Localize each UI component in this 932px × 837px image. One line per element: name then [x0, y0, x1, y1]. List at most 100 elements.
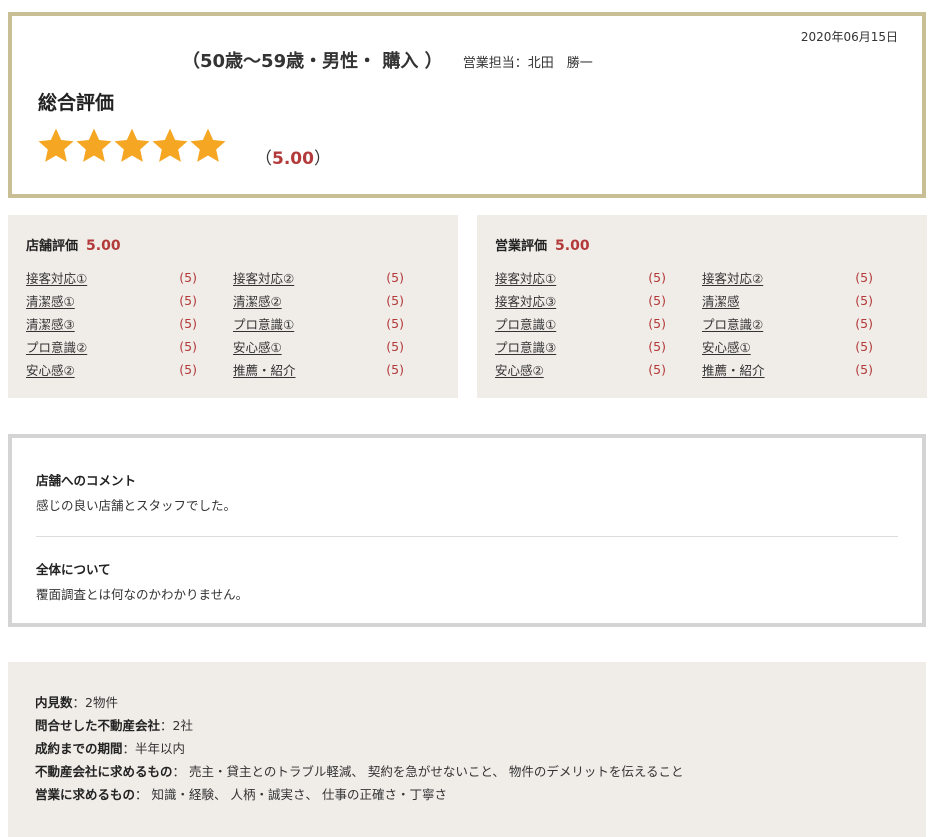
evaluation-item-score: (5): [855, 316, 873, 331]
overall-score: （5.00）: [255, 149, 331, 169]
evaluation-item: 推薦・紹介 (5): [702, 358, 909, 381]
purchase-info-panel: 内見数：2物件 問合せした不動産会社：2社 成約までの期間：半年以内 不動産会社に求め…: [8, 662, 926, 837]
info-row: 問合せした不動産会社：2社: [35, 715, 899, 738]
evaluation-item-score: (5): [648, 339, 666, 354]
evaluation-item: 接客対応③ (5): [495, 289, 702, 312]
evaluation-item-score: (5): [386, 339, 404, 354]
star-rating: [36, 126, 226, 164]
store-comment-title: 店舗へのコメント: [36, 473, 137, 488]
evaluation-item-link[interactable]: プロ意識②: [26, 337, 87, 356]
evaluation-item-score: (5): [179, 339, 197, 354]
overall-rating-title: 総合評価: [38, 92, 115, 114]
evaluation-item: 清潔感① (5): [26, 289, 233, 312]
info-row: 不動産会社に求めるもの： 売主・貸主とのトラブル軽減、 契約を急がせないこと、 …: [35, 761, 899, 784]
star-icon: [74, 126, 112, 164]
evaluation-item-score: (5): [855, 293, 873, 308]
star-icon: [36, 126, 74, 164]
store-comment-block: 店舗へのコメント 感じの良い店舗とスタッフでした。: [36, 438, 898, 514]
info-separator: ：: [122, 741, 136, 756]
evaluation-item-link[interactable]: 安心感①: [233, 337, 282, 356]
info-separator: ：: [160, 718, 173, 733]
evaluation-item-score: (5): [648, 270, 666, 285]
sales-evaluation-grid: 接客対応① (5) 接客対応② (5) 接客対応③ (5) 清潔感 (5) プロ意識① (5) プロ…: [495, 266, 909, 381]
info-value: 2社: [172, 718, 193, 733]
evaluation-item-link[interactable]: 安心感②: [26, 360, 75, 379]
reviewer-profile-line: （50歳〜59歳・男性・ 購入 ） 営業担当：北田 勝一: [182, 47, 593, 73]
evaluation-item-link[interactable]: 接客対応③: [495, 291, 556, 310]
evaluation-item-link[interactable]: 清潔感②: [233, 291, 282, 310]
evaluation-item-link[interactable]: 推薦・紹介: [233, 360, 296, 379]
info-key: 不動産会社に求めるもの: [35, 764, 173, 779]
store-comment-body: 感じの良い店舗とスタッフでした。: [36, 498, 237, 513]
info-separator: ：: [172, 764, 186, 779]
info-value: 知識・経験、 人柄・誠実さ、 仕事の正確さ・丁寧さ: [147, 787, 447, 802]
reviewer-attributes: （50歳〜59歳・男性・ 購入 ）: [182, 51, 443, 72]
evaluation-item-link[interactable]: プロ意識②: [702, 314, 763, 333]
evaluation-item-score: (5): [855, 270, 873, 285]
evaluation-item-link[interactable]: 清潔感①: [26, 291, 75, 310]
evaluation-item-score: (5): [179, 316, 197, 331]
sales-rep: 営業担当：北田 勝一: [462, 56, 593, 71]
info-key: 問合せした不動産会社: [35, 718, 161, 733]
evaluation-item: プロ意識① (5): [495, 312, 702, 335]
evaluation-item-link[interactable]: 安心感①: [702, 337, 751, 356]
overall-comment-block: 全体について 覆面調査とは何なのかわかりません。: [36, 537, 898, 603]
evaluation-item-score: (5): [386, 362, 404, 377]
evaluation-item-link[interactable]: 安心感②: [495, 360, 544, 379]
overall-score-value: 5.00: [272, 149, 314, 169]
store-evaluation-header: 店舗評価 5.00: [26, 235, 440, 257]
evaluation-item: プロ意識③ (5): [495, 335, 702, 358]
evaluation-item-score: (5): [179, 293, 197, 308]
evaluation-item-link[interactable]: 清潔感③: [26, 314, 75, 333]
info-key: 成約までの期間: [35, 741, 123, 756]
evaluation-item: プロ意識② (5): [26, 335, 233, 358]
evaluation-item-score: (5): [179, 362, 197, 377]
info-separator: ：: [72, 695, 86, 710]
evaluation-item-link[interactable]: プロ意識③: [495, 337, 556, 356]
evaluation-item-score: (5): [386, 316, 404, 331]
star-icon: [112, 126, 150, 164]
overall-comment-body: 覆面調査とは何なのかわかりません。: [36, 587, 249, 602]
evaluation-item-link[interactable]: 接客対応②: [233, 268, 294, 287]
evaluation-item: 清潔感② (5): [233, 289, 440, 312]
info-row: 成約までの期間：半年以内: [35, 738, 899, 761]
info-value: 売主・貸主とのトラブル軽減、 契約を急がせないこと、 物件のデメリットを伝えるこ…: [185, 764, 684, 779]
evaluation-item: プロ意識② (5): [702, 312, 909, 335]
evaluation-item-link[interactable]: 接客対応①: [495, 268, 556, 287]
evaluation-item-score: (5): [648, 362, 666, 377]
evaluation-item: 安心感② (5): [495, 358, 702, 381]
evaluation-item-link[interactable]: 推薦・紹介: [702, 360, 765, 379]
sales-evaluation-panel: 営業評価 5.00 接客対応① (5) 接客対応② (5) 接客対応③ (5) 清潔感 (5) プ…: [477, 215, 927, 398]
evaluation-item: 安心感② (5): [26, 358, 233, 381]
evaluation-item-score: (5): [179, 270, 197, 285]
star-icon: [188, 126, 226, 164]
overall-comment-title: 全体について: [36, 562, 111, 577]
evaluation-item-score: (5): [855, 339, 873, 354]
evaluation-item-link[interactable]: 清潔感: [702, 291, 740, 310]
evaluation-item: 接客対応① (5): [26, 266, 233, 289]
evaluation-item-link[interactable]: 接客対応②: [702, 268, 763, 287]
store-evaluation-title: 店舗評価: [26, 239, 79, 254]
evaluation-item-link[interactable]: 接客対応①: [26, 268, 87, 287]
evaluation-item-score: (5): [386, 270, 404, 285]
info-row: 内見数：2物件: [35, 692, 899, 715]
evaluation-item: 安心感① (5): [233, 335, 440, 358]
evaluation-item: 接客対応② (5): [233, 266, 440, 289]
evaluation-item: 安心感① (5): [702, 335, 909, 358]
evaluation-item-score: (5): [855, 362, 873, 377]
sales-evaluation-header: 営業評価 5.00: [495, 235, 909, 257]
review-summary-card: 2020年06月15日 （50歳〜59歳・男性・ 購入 ） 営業担当：北田 勝一…: [8, 12, 926, 198]
info-value: 半年以内: [135, 741, 186, 756]
info-key: 内見数: [35, 695, 73, 710]
evaluation-item-score: (5): [386, 293, 404, 308]
review-date: 2020年06月15日: [800, 30, 898, 44]
info-key: 営業に求めるもの: [35, 787, 136, 802]
evaluation-item-link[interactable]: プロ意識①: [233, 314, 294, 333]
evaluation-item-score: (5): [648, 316, 666, 331]
info-separator: ：: [135, 787, 148, 802]
evaluation-item: 接客対応① (5): [495, 266, 702, 289]
store-evaluation-panel: 店舗評価 5.00 接客対応① (5) 接客対応② (5) 清潔感① (5) 清潔感② (5) 清…: [8, 215, 458, 398]
evaluation-item-link[interactable]: プロ意識①: [495, 314, 556, 333]
info-value: 2物件: [85, 695, 118, 710]
sales-evaluation-title: 営業評価: [495, 239, 548, 254]
